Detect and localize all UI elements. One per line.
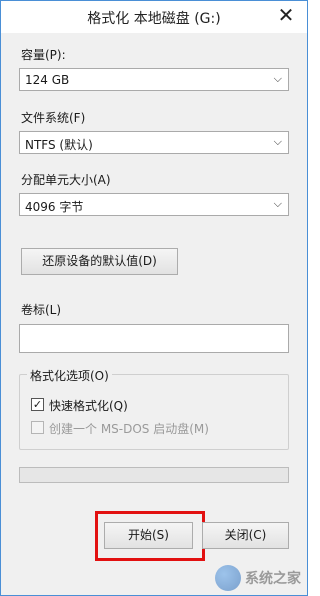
format-options-title: 格式化选项(O) (27, 367, 112, 384)
capacity-label: 容量(P): (21, 48, 66, 62)
capacity-value: 124 GB (25, 73, 70, 87)
volume-label-input[interactable] (19, 324, 289, 353)
title-bar: 格式化 本地磁盘 (G:) ✕ (1, 1, 307, 33)
allocation-label: 分配单元大小(A) (21, 173, 111, 187)
restore-defaults-button[interactable]: 还原设备的默认值(D) (21, 248, 178, 275)
watermark: 系统之家 (215, 565, 301, 591)
close-icon[interactable]: ✕ (275, 5, 297, 27)
close-button[interactable]: 关闭(C) (202, 522, 289, 549)
allocation-value: 4096 字节 (25, 200, 84, 214)
watermark-logo-icon (215, 565, 241, 591)
filesystem-select[interactable]: NTFS (默认) ⌵ (19, 131, 289, 154)
format-progress-bar (19, 467, 289, 483)
capacity-select[interactable]: 124 GB ⌵ (19, 68, 289, 91)
volume-label-label: 卷标(L) (21, 303, 62, 317)
filesystem-label: 文件系统(F) (21, 111, 86, 125)
format-dialog: 格式化 本地磁盘 (G:) ✕ 容量(P): 124 GB ⌵ 文件系统(F) … (0, 0, 308, 596)
quick-format-label[interactable]: 快速格式化(Q) (49, 397, 128, 414)
msdos-disk-checkbox (31, 421, 44, 434)
watermark-text: 系统之家 (245, 571, 301, 587)
msdos-disk-label: 创建一个 MS-DOS 启动盘(M) (49, 422, 209, 436)
allocation-select[interactable]: 4096 字节 ⌵ (19, 193, 289, 216)
chevron-down-icon: ⌵ (273, 197, 282, 210)
quick-format-checkbox[interactable]: ✓ (31, 398, 44, 411)
checkmark-icon: ✓ (32, 398, 43, 411)
chevron-down-icon: ⌵ (273, 135, 282, 148)
start-button[interactable]: 开始(S) (104, 522, 193, 549)
chevron-down-icon: ⌵ (273, 72, 282, 85)
window-title: 格式化 本地磁盘 (G:) (87, 11, 221, 27)
filesystem-value: NTFS (默认) (25, 138, 93, 152)
